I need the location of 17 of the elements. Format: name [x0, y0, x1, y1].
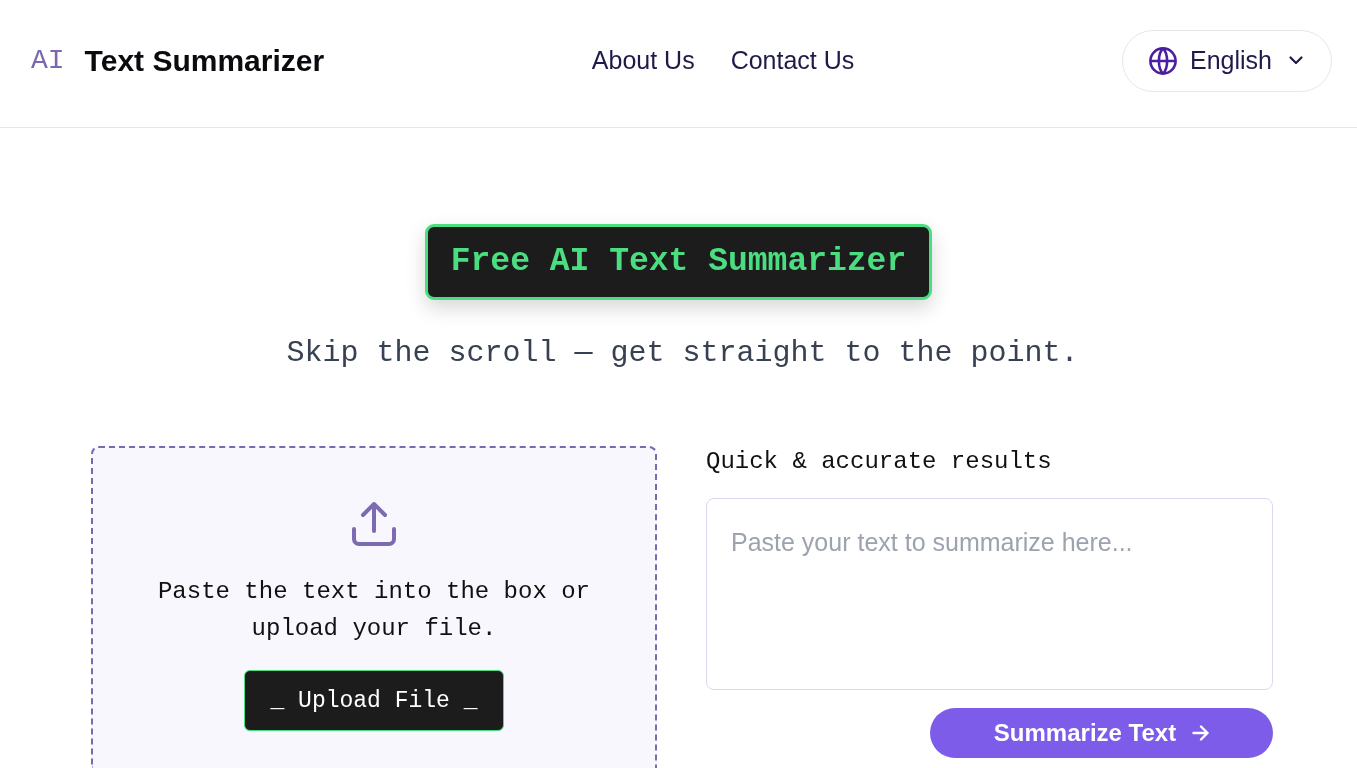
- site-title: Text Summarizer: [84, 43, 325, 78]
- upload-drop-zone[interactable]: Paste the text into the box or upload your file. _ Upload File _: [91, 446, 657, 768]
- hero-subtitle: Skip the scroll — get straight to the point.: [285, 335, 1079, 371]
- summarize-button[interactable]: Summarize Text: [930, 708, 1273, 758]
- upload-instructions: Paste the text into the box or upload your file.: [156, 577, 592, 644]
- input-label: Quick & accurate results: [706, 447, 1053, 477]
- chevron-down-icon: [1289, 56, 1303, 65]
- arrow-right-icon: [1192, 725, 1210, 741]
- summary-text-input[interactable]: Paste your text to summarize here...: [706, 498, 1273, 690]
- globe-icon: [1149, 46, 1177, 75]
- upload-icon: [351, 501, 397, 547]
- logo-mark: AI: [31, 45, 65, 76]
- language-selector[interactable]: English: [1122, 29, 1332, 92]
- hero-heading: Free AI Text Summarizer: [424, 224, 933, 300]
- upload-file-button[interactable]: _ Upload File _: [244, 670, 504, 731]
- nav-link[interactable]: Contact Us: [730, 46, 855, 75]
- nav-link[interactable]: About Us: [591, 46, 695, 75]
